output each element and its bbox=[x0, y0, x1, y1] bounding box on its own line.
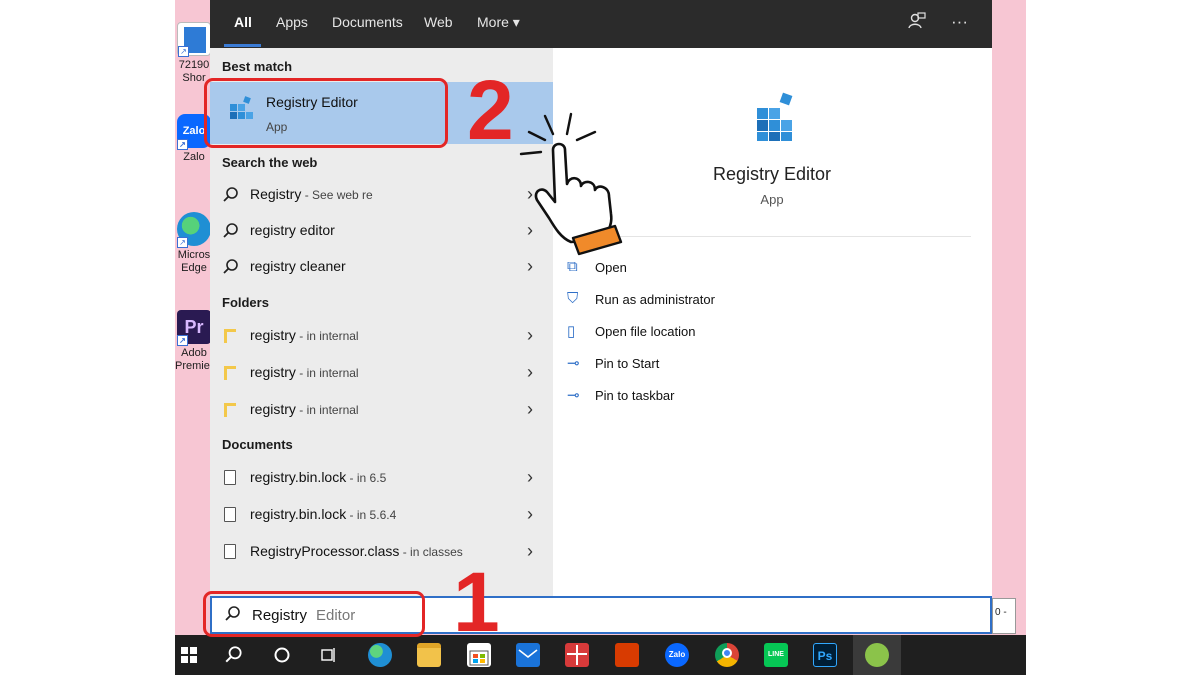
step1-number: 1 bbox=[453, 555, 500, 649]
desktop-edge-icon[interactable]: ↗ Micros Edge bbox=[175, 212, 213, 275]
taskbar-search-icon[interactable] bbox=[222, 643, 246, 667]
windows-start-icon[interactable] bbox=[177, 643, 201, 667]
action-open-file-location[interactable]: ▯ Open file location bbox=[567, 323, 695, 340]
folders-header: Folders bbox=[222, 295, 269, 310]
zalo-taskbar-icon[interactable]: Zalo bbox=[665, 643, 689, 667]
folder-result-row[interactable]: registry - in internal › bbox=[210, 393, 553, 427]
office-icon[interactable] bbox=[615, 643, 639, 667]
action-pin-to-taskbar[interactable]: ⊸ Pin to taskbar bbox=[567, 387, 675, 404]
web-result-term: Registry bbox=[250, 186, 302, 202]
folder-icon bbox=[222, 364, 240, 382]
web-result-row[interactable]: registry editor › bbox=[210, 214, 553, 248]
pointing-hand-icon bbox=[515, 110, 645, 260]
folder-location: - in internal bbox=[295, 403, 359, 417]
search-web-header: Search the web bbox=[222, 155, 318, 170]
mail-icon[interactable] bbox=[516, 643, 540, 667]
folder-location: - in internal bbox=[295, 366, 359, 380]
document-name: registry.bin.lock bbox=[250, 469, 347, 485]
file-shortcut-icon: ↗ bbox=[177, 22, 211, 57]
document-result-row[interactable]: RegistryProcessor.class - in classes › bbox=[210, 535, 553, 569]
document-icon bbox=[222, 506, 240, 524]
tab-web[interactable]: Web bbox=[424, 14, 453, 30]
document-result-row[interactable]: registry.bin.lock - in 6.5 › bbox=[210, 461, 553, 495]
photoshop-icon[interactable]: Ps bbox=[813, 643, 837, 667]
best-match-header: Best match bbox=[222, 59, 293, 74]
chevron-right-icon[interactable]: › bbox=[527, 325, 533, 346]
app-taskbar-icon[interactable] bbox=[865, 643, 889, 667]
desktop-shortcut-icon[interactable]: ↗ 72190 Shor bbox=[175, 22, 213, 85]
document-icon bbox=[222, 543, 240, 561]
edge-icon: ↗ bbox=[177, 212, 211, 248]
chevron-right-icon[interactable]: › bbox=[527, 362, 533, 383]
tab-apps[interactable]: Apps bbox=[276, 14, 308, 30]
edge-taskbar-icon[interactable] bbox=[368, 643, 392, 667]
web-result-row[interactable]: registry cleaner › bbox=[210, 250, 553, 284]
chevron-right-icon[interactable]: › bbox=[527, 467, 533, 488]
search-filter-bar: All Apps Documents Web More ▾ ··· bbox=[210, 0, 992, 48]
partial-window-edge: 0 - bbox=[992, 598, 1016, 634]
folder-name: registry bbox=[250, 327, 296, 343]
chevron-right-icon[interactable]: › bbox=[527, 504, 533, 525]
more-options-icon[interactable]: ··· bbox=[951, 12, 968, 32]
document-location: - in 5.6.4 bbox=[346, 508, 397, 522]
action-open[interactable]: ⧉ Open bbox=[567, 258, 627, 275]
chrome-icon[interactable] bbox=[715, 643, 739, 667]
folder-name: registry bbox=[250, 364, 296, 380]
tab-all[interactable]: All bbox=[234, 14, 252, 30]
step2-number: 2 bbox=[467, 63, 514, 157]
folder-result-row[interactable]: registry - in internal › bbox=[210, 319, 553, 353]
desktop: ↗ 72190 Shor Zalo ↗ Zalo ↗ Micros Edge P… bbox=[175, 0, 1026, 675]
folder-name: registry bbox=[250, 401, 296, 417]
web-result-hint: - See web re bbox=[301, 188, 373, 202]
line-icon[interactable]: LINE bbox=[764, 643, 788, 667]
step2-highlight bbox=[204, 78, 448, 148]
folder-result-row[interactable]: registry - in internal › bbox=[210, 356, 553, 390]
active-tab-indicator bbox=[224, 44, 261, 47]
folder-icon bbox=[222, 327, 240, 345]
cortana-icon[interactable] bbox=[270, 643, 294, 667]
folder-icon bbox=[222, 401, 240, 419]
web-result-row[interactable]: Registry - See web re › bbox=[210, 178, 553, 212]
document-name: registry.bin.lock bbox=[250, 506, 347, 522]
search-icon bbox=[222, 222, 240, 240]
web-result-term: registry cleaner bbox=[250, 258, 346, 274]
chevron-right-icon[interactable]: › bbox=[527, 541, 533, 562]
folder-location: - in internal bbox=[295, 329, 359, 343]
tab-documents[interactable]: Documents bbox=[332, 14, 403, 30]
document-icon bbox=[222, 469, 240, 487]
action-run-as-administrator[interactable]: ⛉ Run as administrator bbox=[567, 290, 715, 307]
open-icon: ⧉ bbox=[567, 258, 578, 275]
pin-icon: ⊸ bbox=[567, 355, 580, 372]
chevron-right-icon[interactable]: › bbox=[527, 399, 533, 420]
gift-icon[interactable] bbox=[565, 643, 589, 667]
file-explorer-icon[interactable] bbox=[417, 643, 441, 667]
documents-header: Documents bbox=[222, 437, 293, 452]
document-name: RegistryProcessor.class bbox=[250, 543, 400, 559]
taskbar: Zalo LINE Ps bbox=[175, 635, 1026, 675]
folder-location-icon: ▯ bbox=[567, 323, 576, 340]
desktop-premiere-icon[interactable]: Pr ↗ Adob Premiere bbox=[175, 310, 213, 373]
document-location: - in 6.5 bbox=[346, 471, 387, 485]
registry-editor-large-icon bbox=[749, 90, 801, 142]
document-result-row[interactable]: registry.bin.lock - in 5.6.4 › bbox=[210, 498, 553, 532]
action-pin-to-start[interactable]: ⊸ Pin to Start bbox=[567, 355, 659, 372]
step1-highlight bbox=[203, 591, 425, 637]
pin-icon: ⊸ bbox=[567, 387, 580, 404]
feedback-icon[interactable] bbox=[908, 12, 926, 35]
task-view-icon[interactable] bbox=[317, 643, 341, 667]
tab-more[interactable]: More ▾ bbox=[477, 14, 520, 31]
search-icon bbox=[222, 186, 240, 204]
search-icon bbox=[222, 258, 240, 276]
web-result-term: registry editor bbox=[250, 222, 335, 238]
shield-icon: ⛉ bbox=[567, 290, 579, 307]
premiere-icon: Pr ↗ bbox=[177, 310, 211, 346]
